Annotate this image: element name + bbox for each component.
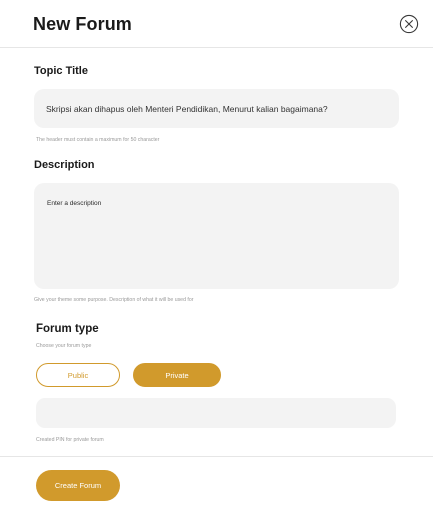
create-forum-button[interactable]: Create Forum [36, 470, 120, 501]
close-circle-icon [399, 14, 419, 34]
topic-title-label: Topic Title [34, 65, 88, 77]
forum-type-label: Forum type [36, 323, 99, 335]
description-input[interactable] [34, 183, 399, 289]
topic-title-input[interactable] [34, 89, 399, 128]
forum-type-private-option[interactable]: Private [133, 363, 221, 387]
pin-helper: Created PIN for private forum [36, 437, 104, 443]
description-label: Description [34, 159, 95, 171]
footer-divider [0, 456, 433, 457]
pin-input[interactable] [36, 398, 396, 428]
modal-header: New Forum [0, 0, 433, 48]
forum-type-helper: Choose your forum type [36, 343, 92, 349]
description-helper: Give your theme some purpose. Descriptio… [34, 297, 194, 303]
forum-type-public-option[interactable]: Public [36, 363, 120, 387]
topic-title-helper: The header must contain a maximum for 50… [36, 137, 160, 143]
close-button[interactable] [399, 14, 419, 34]
page-title: New Forum [33, 14, 132, 34]
